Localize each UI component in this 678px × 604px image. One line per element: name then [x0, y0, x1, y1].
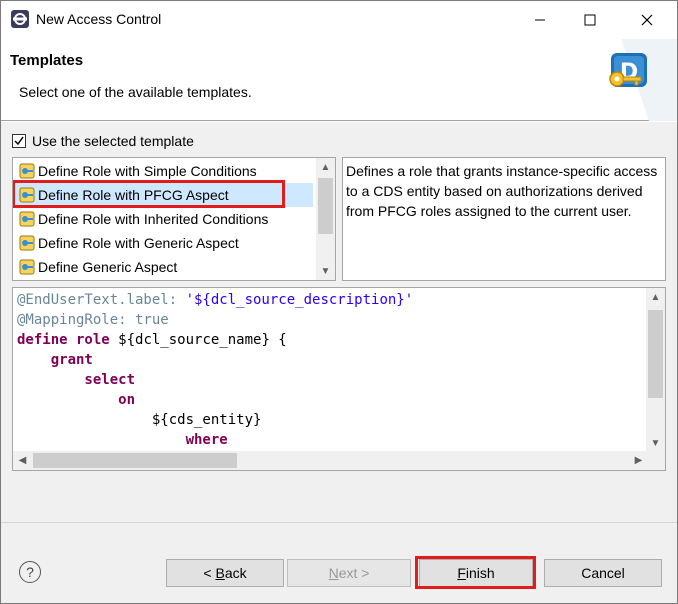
scroll-down-icon[interactable]: ▼: [316, 262, 335, 280]
code-line: define role ${dcl_source_name} {: [17, 330, 413, 350]
code-token: define role: [17, 332, 119, 348]
wizard-footer: ? < Back Next > Finish Cancel: [1, 522, 677, 603]
code-token: ${cds_entity}: [17, 412, 262, 428]
back-button[interactable]: < Back: [166, 559, 284, 587]
use-template-checkbox-row[interactable]: Use the selected template: [12, 133, 194, 149]
finish-highlight-annotation: [415, 556, 536, 589]
template-icon: [19, 163, 35, 179]
help-icon: ?: [26, 564, 34, 580]
next-button[interactable]: Next >: [287, 559, 411, 587]
list-item-inherited-conditions[interactable]: Define Role with Inherited Conditions: [13, 207, 313, 231]
dialog-window: New Access Control Templates Select one …: [0, 0, 678, 604]
template-label: Define Role with Inherited Conditions: [38, 211, 269, 227]
code-line: @EndUserText.label: '${dcl_source_descri…: [17, 290, 413, 310]
code-lines: @EndUserText.label: '${dcl_source_descri…: [17, 290, 413, 450]
list-item-define-generic-aspect[interactable]: Define Generic Aspect: [13, 255, 313, 279]
back-button-label: < Back: [203, 565, 247, 581]
code-token: where: [17, 432, 228, 448]
minimize-button[interactable]: [517, 1, 563, 39]
scroll-left-icon[interactable]: ◀: [13, 451, 32, 469]
scroll-up-icon[interactable]: ▲: [316, 158, 335, 176]
scrollbar-thumb[interactable]: [318, 178, 333, 234]
template-label: Define Role with Generic Aspect: [38, 235, 239, 251]
access-control-wizard-icon: D: [609, 39, 677, 121]
code-token: select: [17, 372, 136, 388]
use-template-label: Use the selected template: [32, 133, 194, 149]
code-line: grant: [17, 350, 413, 370]
code-token: @MappingRole: true: [17, 312, 169, 328]
close-icon: [641, 14, 653, 26]
cancel-button[interactable]: Cancel: [544, 559, 662, 587]
code-vertical-scrollbar[interactable]: ▲ ▼: [646, 288, 665, 452]
template-list-scrollbar[interactable]: ▲ ▼: [316, 158, 335, 280]
code-line: where: [17, 430, 413, 450]
code-token: grant: [17, 352, 93, 368]
code-token: @EndUserText.label:: [17, 292, 186, 308]
wizard-body: Use the selected template Define Role wi…: [1, 122, 677, 522]
help-button[interactable]: ?: [19, 561, 41, 583]
eclipse-app-icon: [11, 10, 29, 28]
template-icon: [19, 235, 35, 251]
title-bar: New Access Control: [1, 1, 677, 39]
maximize-button[interactable]: [567, 1, 613, 39]
template-list[interactable]: Define Role with Simple Conditions Defin…: [12, 157, 336, 281]
use-template-checkbox[interactable]: [12, 134, 26, 148]
wizard-header: Templates Select one of the available te…: [1, 39, 677, 121]
code-line: select: [17, 370, 413, 390]
page-description: Select one of the available templates.: [19, 84, 252, 100]
check-icon: [14, 136, 24, 146]
scrollbar-thumb[interactable]: [33, 453, 237, 468]
scroll-down-icon[interactable]: ▼: [646, 434, 665, 452]
code-token: ${dcl_source_name} {: [118, 332, 287, 348]
code-line: @MappingRole: true: [17, 310, 413, 330]
minimize-icon: [535, 19, 545, 21]
next-button-label: Next >: [328, 565, 370, 581]
code-line: on: [17, 390, 413, 410]
template-code-preview[interactable]: @EndUserText.label: '${dcl_source_descri…: [12, 287, 666, 471]
code-horizontal-scrollbar[interactable]: ◀ ▶: [13, 451, 648, 470]
code-line: ${cds_entity}: [17, 410, 413, 430]
template-label: Define Generic Aspect: [38, 259, 178, 275]
scroll-up-icon[interactable]: ▲: [646, 288, 665, 306]
window-title: New Access Control: [36, 11, 162, 27]
template-icon: [19, 211, 35, 227]
scrollbar-corner: [646, 451, 665, 470]
maximize-icon: [584, 14, 596, 26]
template-description: Defines a role that grants instance-spec…: [342, 157, 666, 281]
cancel-button-label: Cancel: [581, 565, 625, 581]
template-icon: [19, 259, 35, 275]
template-label: Define Role with Simple Conditions: [38, 163, 257, 179]
code-token: '${dcl_source_description}': [185, 292, 414, 308]
selection-highlight-annotation: [13, 180, 285, 208]
scrollbar-thumb[interactable]: [648, 310, 663, 398]
close-button[interactable]: [624, 1, 670, 39]
page-title: Templates: [10, 52, 84, 69]
code-token: on: [17, 392, 136, 408]
list-item-generic-aspect[interactable]: Define Role with Generic Aspect: [13, 231, 313, 255]
